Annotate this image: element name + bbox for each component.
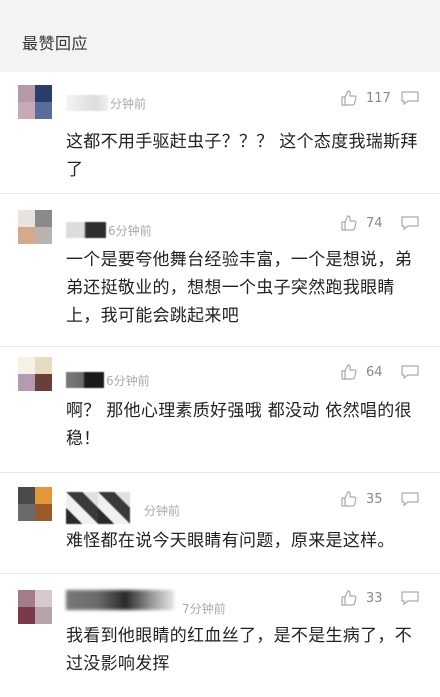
avatar-tile — [35, 504, 52, 521]
username-blurred[interactable] — [66, 372, 104, 388]
comment-meta: 6分钟前 — [66, 221, 152, 239]
comment-item: 分钟前 35 难怪都在说今天眼睛有问题，原来是这样。 — [0, 473, 440, 574]
avatar-tile — [18, 504, 35, 521]
comment-text: 我看到他眼睛的红血丝了，是不是生病了，不过没影响发挥 — [66, 626, 412, 674]
comment-time: 分钟前 — [144, 504, 181, 518]
comment-item: 7分钟前 33 我看到他眼睛的红血丝了，是不是生病了，不过没影响发挥 — [0, 574, 440, 697]
thumbs-up-icon[interactable] — [340, 490, 358, 508]
avatar[interactable] — [18, 590, 52, 624]
comment-text: 一个是要夸他舞台经验丰富，一个是想说，弟弟还挺敬业的，想想一个虫子突然跑我眼睛上… — [66, 250, 412, 326]
comment-time: 分钟前 — [110, 96, 147, 111]
thumbs-up-icon[interactable] — [340, 89, 358, 107]
comment-meta: 分钟前 — [66, 492, 180, 526]
comment-text: 啊？ 那他心理素质好强哦 都没动 依然唱的很稳！ — [66, 401, 412, 449]
avatar-tile — [18, 85, 35, 102]
like-count: 74 — [366, 215, 383, 231]
comments-page: 最赞回应 分钟前 117 这都不用手驱赶虫子？？？ 这个态度我瑞斯拜了 6分钟前… — [0, 0, 440, 697]
reply-icon[interactable] — [400, 215, 420, 231]
comment-time: 7分钟前 — [182, 602, 226, 616]
comment-item: 分钟前 117 这都不用手驱赶虫子？？？ 这个态度我瑞斯拜了 — [0, 72, 440, 194]
username-blurred[interactable] — [66, 590, 174, 610]
avatar[interactable] — [18, 85, 52, 119]
avatar-tile — [18, 357, 35, 374]
comment-list: 分钟前 117 这都不用手驱赶虫子？？？ 这个态度我瑞斯拜了 6分钟前 74 一… — [0, 72, 440, 697]
avatar-tile — [18, 607, 35, 624]
section-title: 最赞回应 — [22, 34, 89, 53]
avatar-tile — [35, 357, 52, 374]
reply-icon[interactable] — [400, 491, 420, 507]
comment-item: 6分钟前 74 一个是要夸他舞台经验丰富，一个是想说，弟弟还挺敬业的，想想一个虫… — [0, 194, 440, 347]
avatar-tile — [18, 210, 35, 227]
comment-actions: 33 — [340, 589, 420, 607]
comment-text: 难怪都在说今天眼睛有问题，原来是这样。 — [66, 531, 395, 551]
comment-meta: 6分钟前 — [66, 371, 150, 389]
avatar[interactable] — [18, 487, 52, 521]
avatar-tile — [35, 487, 52, 504]
avatar-tile — [35, 85, 52, 102]
reply-icon[interactable] — [400, 90, 420, 106]
username-blurred[interactable] — [66, 492, 130, 524]
username-blurred[interactable] — [66, 222, 106, 238]
avatar-tile — [35, 590, 52, 607]
comment-time: 6分钟前 — [108, 223, 152, 238]
reply-icon[interactable] — [400, 364, 420, 380]
comment-text: 这都不用手驱赶虫子？？？ 这个态度我瑞斯拜了 — [66, 132, 418, 180]
comment-item: 6分钟前 64 啊？ 那他心理素质好强哦 都没动 依然唱的很稳！ — [0, 347, 440, 473]
avatar-tile — [35, 607, 52, 624]
avatar-tile — [18, 487, 35, 504]
comment-actions: 64 — [340, 363, 420, 381]
avatar-tile — [18, 227, 35, 244]
avatar[interactable] — [18, 357, 52, 391]
like-count: 117 — [366, 90, 391, 106]
comment-meta: 7分钟前 — [66, 590, 226, 624]
thumbs-up-icon[interactable] — [340, 363, 358, 381]
comment-actions: 74 — [340, 214, 420, 232]
avatar-tile — [18, 374, 35, 391]
section-header: 最赞回应 — [0, 0, 440, 72]
avatar-tile — [35, 374, 52, 391]
comment-actions: 117 — [340, 89, 420, 107]
thumbs-up-icon[interactable] — [340, 589, 358, 607]
avatar-tile — [18, 590, 35, 607]
avatar-tile — [35, 210, 52, 227]
comment-time: 6分钟前 — [106, 373, 150, 388]
avatar[interactable] — [18, 210, 52, 244]
avatar-tile — [18, 102, 35, 119]
comment-actions: 35 — [340, 490, 420, 508]
thumbs-up-icon[interactable] — [340, 214, 358, 232]
avatar-tile — [35, 102, 52, 119]
like-count: 33 — [366, 590, 383, 606]
like-count: 64 — [366, 364, 383, 380]
avatar-tile — [35, 227, 52, 244]
username-blurred[interactable] — [66, 95, 108, 111]
reply-icon[interactable] — [400, 590, 420, 606]
comment-meta: 分钟前 — [66, 94, 146, 112]
like-count: 35 — [366, 491, 383, 507]
